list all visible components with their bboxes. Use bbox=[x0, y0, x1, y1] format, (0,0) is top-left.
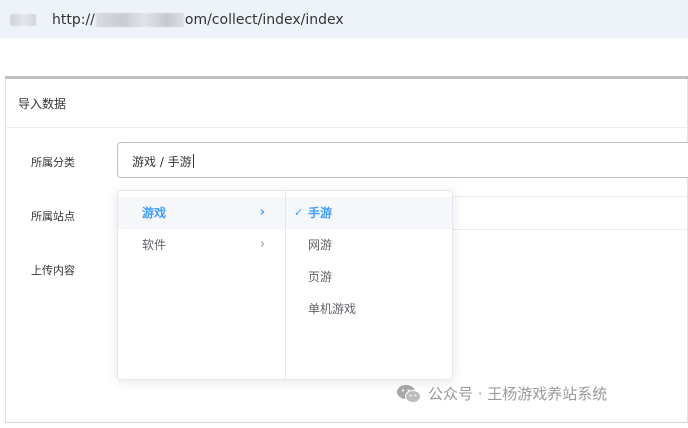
card-title: 导入数据 bbox=[18, 97, 67, 111]
toolbar-spacer bbox=[0, 38, 688, 76]
favicon-icon bbox=[10, 14, 36, 26]
cascader-item-label: 软件 bbox=[142, 238, 167, 252]
cascader-panel-level2: ✓ 手游 网游 页游 单机游戏 bbox=[286, 191, 452, 379]
site-label: 所属站点 bbox=[31, 210, 75, 223]
content-label: 上传内容 bbox=[31, 264, 75, 277]
url-prefix: http:// bbox=[52, 12, 95, 28]
url-text[interactable]: http:// om/collect/index/index bbox=[52, 10, 344, 30]
url-redacted-block bbox=[95, 13, 184, 27]
title-divider bbox=[6, 127, 688, 128]
category-value: 游戏 / 手游 bbox=[132, 154, 194, 169]
text-caret bbox=[192, 154, 194, 168]
watermark: 公众号 · 王杨游戏养站系统 bbox=[396, 383, 607, 404]
cascader-item-online-games[interactable]: 网游 bbox=[286, 229, 452, 261]
cascader-item-label: 单机游戏 bbox=[308, 302, 357, 316]
cascader-item-web-games[interactable]: 页游 bbox=[286, 261, 452, 293]
check-icon: ✓ bbox=[294, 206, 304, 219]
cascader-item-software[interactable]: 软件 › bbox=[118, 229, 285, 261]
category-select[interactable]: 游戏 / 手游 bbox=[117, 142, 688, 178]
cascader-item-mobile-games[interactable]: ✓ 手游 bbox=[286, 197, 452, 229]
cascader-item-label: 页游 bbox=[308, 270, 333, 284]
watermark-text: 公众号 · 王杨游戏养站系统 bbox=[428, 385, 608, 403]
cascader-panel-level1: 游戏 › 软件 › bbox=[118, 191, 286, 379]
chevron-right-icon: › bbox=[259, 205, 265, 220]
wechat-icon bbox=[397, 384, 421, 403]
address-bar[interactable]: http:// om/collect/index/index bbox=[0, 0, 688, 38]
category-label: 所属分类 bbox=[31, 156, 75, 169]
cascader-dropdown: 游戏 › 软件 › ✓ 手游 网游 页游 单机游戏 bbox=[117, 190, 453, 380]
cascader-item-label: 手游 bbox=[308, 206, 333, 220]
cascader-item-standalone-games[interactable]: 单机游戏 bbox=[286, 293, 452, 325]
cascader-item-games[interactable]: 游戏 › bbox=[118, 197, 285, 229]
browser-window: http:// om/collect/index/index 导入数据 所属分类… bbox=[0, 0, 688, 428]
cascader-item-label: 网游 bbox=[308, 238, 333, 252]
chevron-right-icon: › bbox=[259, 237, 265, 252]
url-suffix: om/collect/index/index bbox=[184, 12, 344, 28]
cascader-item-label: 游戏 bbox=[142, 206, 167, 220]
